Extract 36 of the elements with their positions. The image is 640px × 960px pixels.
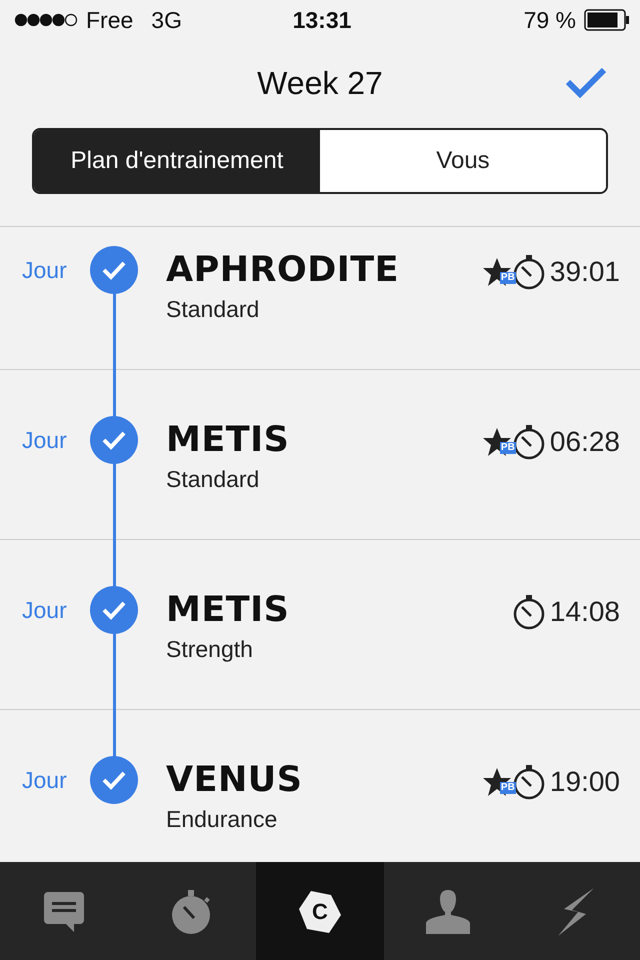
lightning-icon (558, 888, 594, 936)
workout-time: 19:00 (550, 766, 620, 798)
tab-bar-item[interactable]: C (256, 862, 384, 960)
day-label: Jour (21, 597, 68, 625)
nav-title: Week 27 (257, 64, 383, 102)
stopwatch-icon (512, 594, 546, 630)
workout-name: VENUS (166, 760, 302, 800)
day-label: Jour (21, 257, 68, 285)
signal-icon (14, 13, 78, 27)
carrier: Free (86, 6, 134, 34)
workout-name: METIS (166, 420, 290, 460)
workout-time: 39:01 (550, 256, 620, 288)
workout-time: 06:28 (550, 426, 620, 458)
workout-type: Standard (166, 296, 260, 323)
day-label: Jour (21, 767, 68, 795)
network-type: 3G (151, 6, 182, 34)
person-icon (425, 890, 471, 934)
segment-tab[interactable]: Vous (320, 130, 606, 192)
clock: 13:31 (292, 6, 352, 34)
pb-badge: PB (500, 272, 516, 284)
day-label: Jour (21, 427, 68, 455)
segment-tab[interactable]: Plan d'entrainement (34, 130, 320, 192)
battery-percent: 79 % (524, 6, 576, 34)
workout-type: Endurance (166, 806, 278, 833)
logo-icon: C (297, 889, 343, 935)
workout-name: APHRODITE (166, 250, 400, 290)
pb-badge: PB (500, 442, 516, 454)
chat-icon (42, 890, 86, 934)
workout-name: METIS (166, 590, 290, 630)
checkmark-icon[interactable] (566, 68, 606, 98)
workout-time: 14:08 (550, 596, 620, 628)
battery-icon (584, 9, 630, 31)
pb-badge: PB (500, 782, 516, 794)
workout-type: Standard (166, 466, 260, 493)
stopwatch-icon (172, 890, 212, 934)
workout-type: Strength (166, 636, 254, 663)
